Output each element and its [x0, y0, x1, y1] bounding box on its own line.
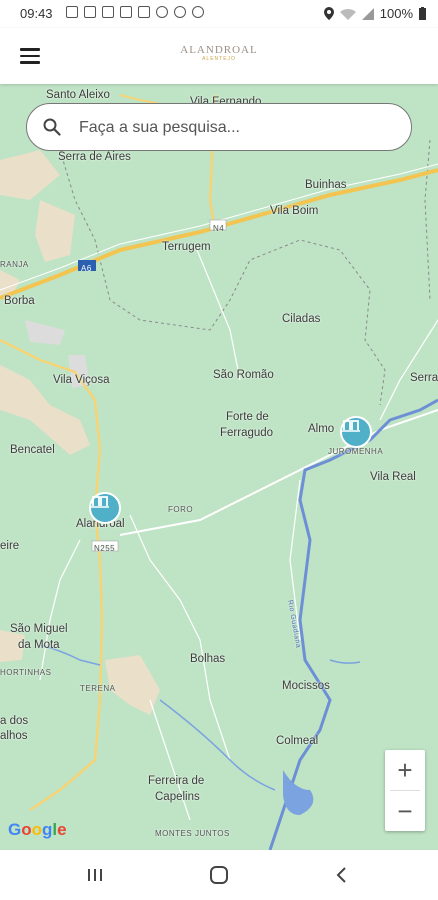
zoom-out-button[interactable]: −	[385, 791, 425, 831]
battery-percent: 100%	[379, 6, 413, 21]
map-label: Almo	[308, 423, 335, 435]
status-notification-icons	[66, 6, 204, 18]
map-label: MONTES JUNTOS	[155, 829, 230, 838]
zoom-controls: + −	[385, 750, 425, 831]
wifi-icon	[339, 8, 356, 20]
map-label: Bencatel	[10, 444, 55, 456]
map-label: Vila Viçosa	[53, 374, 110, 386]
battery-icon	[419, 7, 426, 20]
sim-icon	[66, 6, 78, 18]
sim-icon	[102, 6, 114, 18]
brand-logo: ALANDROAL ALENTEJO	[0, 44, 438, 62]
zoom-in-button[interactable]: +	[385, 750, 425, 790]
map-label: eire	[0, 540, 20, 552]
mail-icon	[120, 6, 132, 18]
road-label: N255	[94, 544, 116, 553]
search-icon	[43, 118, 61, 136]
map-label: São Romão	[213, 369, 274, 381]
map-label: Ferreira de	[148, 775, 205, 787]
status-bar: 09:43 100%	[0, 0, 438, 28]
logo-tagline: ALENTEJO	[202, 56, 236, 62]
map-label: Colmeal	[276, 735, 319, 747]
map-label: Vila Real	[370, 471, 416, 483]
google-logo: Google	[8, 820, 67, 839]
map-label: Mocissos	[282, 680, 330, 692]
app-bar: ALANDROAL ALENTEJO	[0, 28, 438, 84]
map-view[interactable]: Santo Aleixo Vila Fernando Serra de Aire…	[0, 84, 438, 850]
cloud-icon	[192, 6, 204, 18]
map-label: Bolhas	[190, 653, 226, 665]
logo-text: ALANDROAL	[180, 44, 258, 56]
map-label: Serra	[410, 372, 438, 384]
map-label: Capelins	[155, 791, 200, 803]
map-label: da Mota	[18, 639, 60, 651]
map-label: Santo Aleixo	[46, 89, 110, 101]
road-label: A6	[81, 264, 92, 273]
map-canvas	[0, 94, 438, 850]
home-icon[interactable]	[205, 863, 233, 887]
map-label: HORTINHAS	[0, 668, 52, 677]
back-icon[interactable]	[328, 863, 356, 887]
map-label: Vila Boim	[270, 205, 319, 217]
sim-icon	[84, 6, 96, 18]
mail-icon	[138, 6, 150, 18]
recent-apps-icon[interactable]	[81, 863, 109, 887]
minus-circle-icon	[174, 6, 186, 18]
map-label: Forte de	[226, 411, 269, 423]
map-label: Borba	[4, 295, 35, 307]
search-input[interactable]	[77, 114, 401, 142]
map-label: alhos	[0, 730, 28, 742]
signal-icon	[361, 7, 374, 20]
status-time: 09:43	[20, 6, 53, 21]
cloud-icon	[156, 6, 168, 18]
road-label: N4	[213, 224, 225, 233]
system-nav-bar	[0, 850, 438, 900]
map-label: RANJA	[0, 260, 29, 269]
location-icon	[323, 7, 334, 20]
map-label: Terrugem	[162, 241, 211, 253]
search-bar[interactable]	[26, 103, 412, 151]
beach-marker-icon[interactable]	[89, 492, 121, 524]
map-label: a dos	[0, 715, 29, 727]
map-label: FORO	[168, 505, 194, 514]
map-label: Ciladas	[282, 313, 321, 325]
map-label: Serra de Aires	[58, 151, 131, 163]
status-right-icons: 100%	[323, 6, 426, 21]
map-label: Buinhas	[305, 179, 347, 191]
map-label: São Miguel	[10, 623, 68, 635]
beach-marker-icon[interactable]	[340, 416, 372, 448]
map-label: TERENA	[80, 684, 116, 693]
map-label: Ferragudo	[220, 427, 274, 439]
